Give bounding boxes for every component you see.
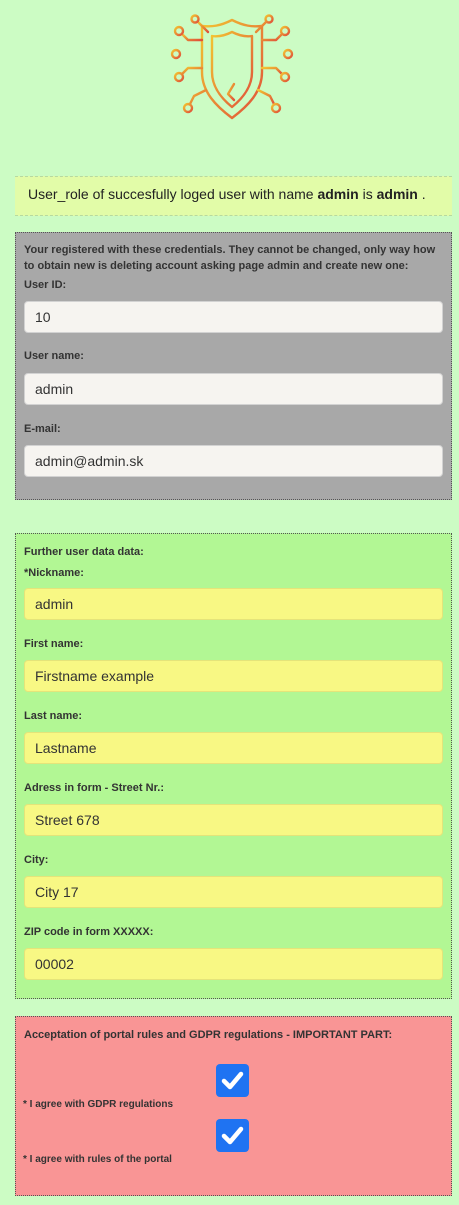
- email-label: E-mail:: [24, 423, 61, 435]
- credentials-description: Your registered with these credentials. …: [24, 244, 436, 272]
- role-message-role: admin: [376, 186, 418, 202]
- role-message-username: admin: [317, 186, 359, 202]
- nickname-label: *Nickname:: [24, 567, 84, 579]
- gdpr-checkbox[interactable]: [216, 1064, 249, 1097]
- nickname-input[interactable]: admin: [24, 588, 443, 620]
- city-input[interactable]: City 17: [24, 876, 443, 908]
- last-name-input[interactable]: Lastname: [24, 732, 443, 764]
- city-label: City:: [24, 854, 49, 866]
- email-field: admin@admin.sk: [24, 445, 443, 477]
- rules-checkbox[interactable]: [216, 1119, 249, 1152]
- zip-label: ZIP code in form XXXXX:: [24, 926, 154, 938]
- acceptance-panel: Acceptation of portal rules and GDPR reg…: [15, 1016, 452, 1196]
- last-name-label: Last name:: [24, 710, 83, 722]
- checkmark-icon: [221, 1126, 244, 1145]
- user-name-label: User name:: [24, 350, 84, 362]
- role-message-suffix: .: [421, 186, 426, 202]
- user-id-field: 10: [24, 301, 443, 333]
- credentials-panel: Your registered with these credentials. …: [15, 232, 452, 500]
- checkmark-icon: [221, 1071, 244, 1090]
- acceptance-heading: Acceptation of portal rules and GDPR reg…: [24, 1029, 393, 1041]
- gdpr-label: * I agree with GDPR regulations: [23, 1099, 174, 1110]
- shield-circuit-icon: [170, 14, 294, 120]
- logo: [168, 14, 296, 124]
- first-name-label: First name:: [24, 638, 84, 650]
- zip-input[interactable]: 00002: [24, 948, 443, 980]
- further-data-panel: Further user data data: *Nickname: admin…: [15, 533, 452, 999]
- first-name-input[interactable]: Firstname example: [24, 660, 443, 692]
- further-data-heading: Further user data data:: [24, 546, 144, 558]
- role-message-prefix: User_role of succesfully loged user with…: [28, 186, 314, 202]
- address-label: Adress in form - Street Nr.:: [24, 782, 164, 794]
- address-input[interactable]: Street 678: [24, 804, 443, 836]
- role-message-middle: is: [362, 186, 373, 202]
- user-role-message: User_role of succesfully loged user with…: [15, 176, 452, 216]
- user-id-label: User ID:: [24, 279, 67, 291]
- rules-label: * I agree with rules of the portal: [23, 1154, 172, 1165]
- user-name-field: admin: [24, 373, 443, 405]
